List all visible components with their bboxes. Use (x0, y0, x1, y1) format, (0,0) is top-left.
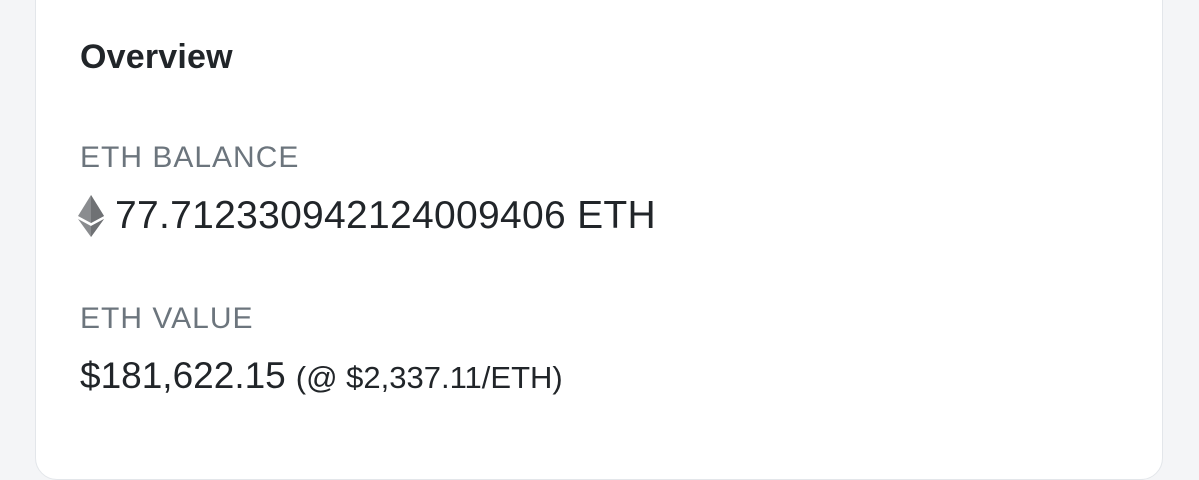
eth-balance-value: 77.712330942124009406 ETH (115, 194, 656, 237)
eth-value-amount: $181,622.15 (80, 355, 286, 396)
ethereum-icon (78, 195, 104, 237)
eth-value-row: $181,622.15 (@ $2,337.11/ETH) (80, 355, 563, 397)
eth-balance-label: ETH BALANCE (80, 141, 300, 174)
eth-balance-row: 77.712330942124009406 ETH (78, 193, 656, 239)
overview-title: Overview (80, 38, 233, 76)
eth-price: (@ $2,337.11/ETH) (295, 360, 563, 395)
eth-value-label: ETH VALUE (80, 302, 254, 335)
